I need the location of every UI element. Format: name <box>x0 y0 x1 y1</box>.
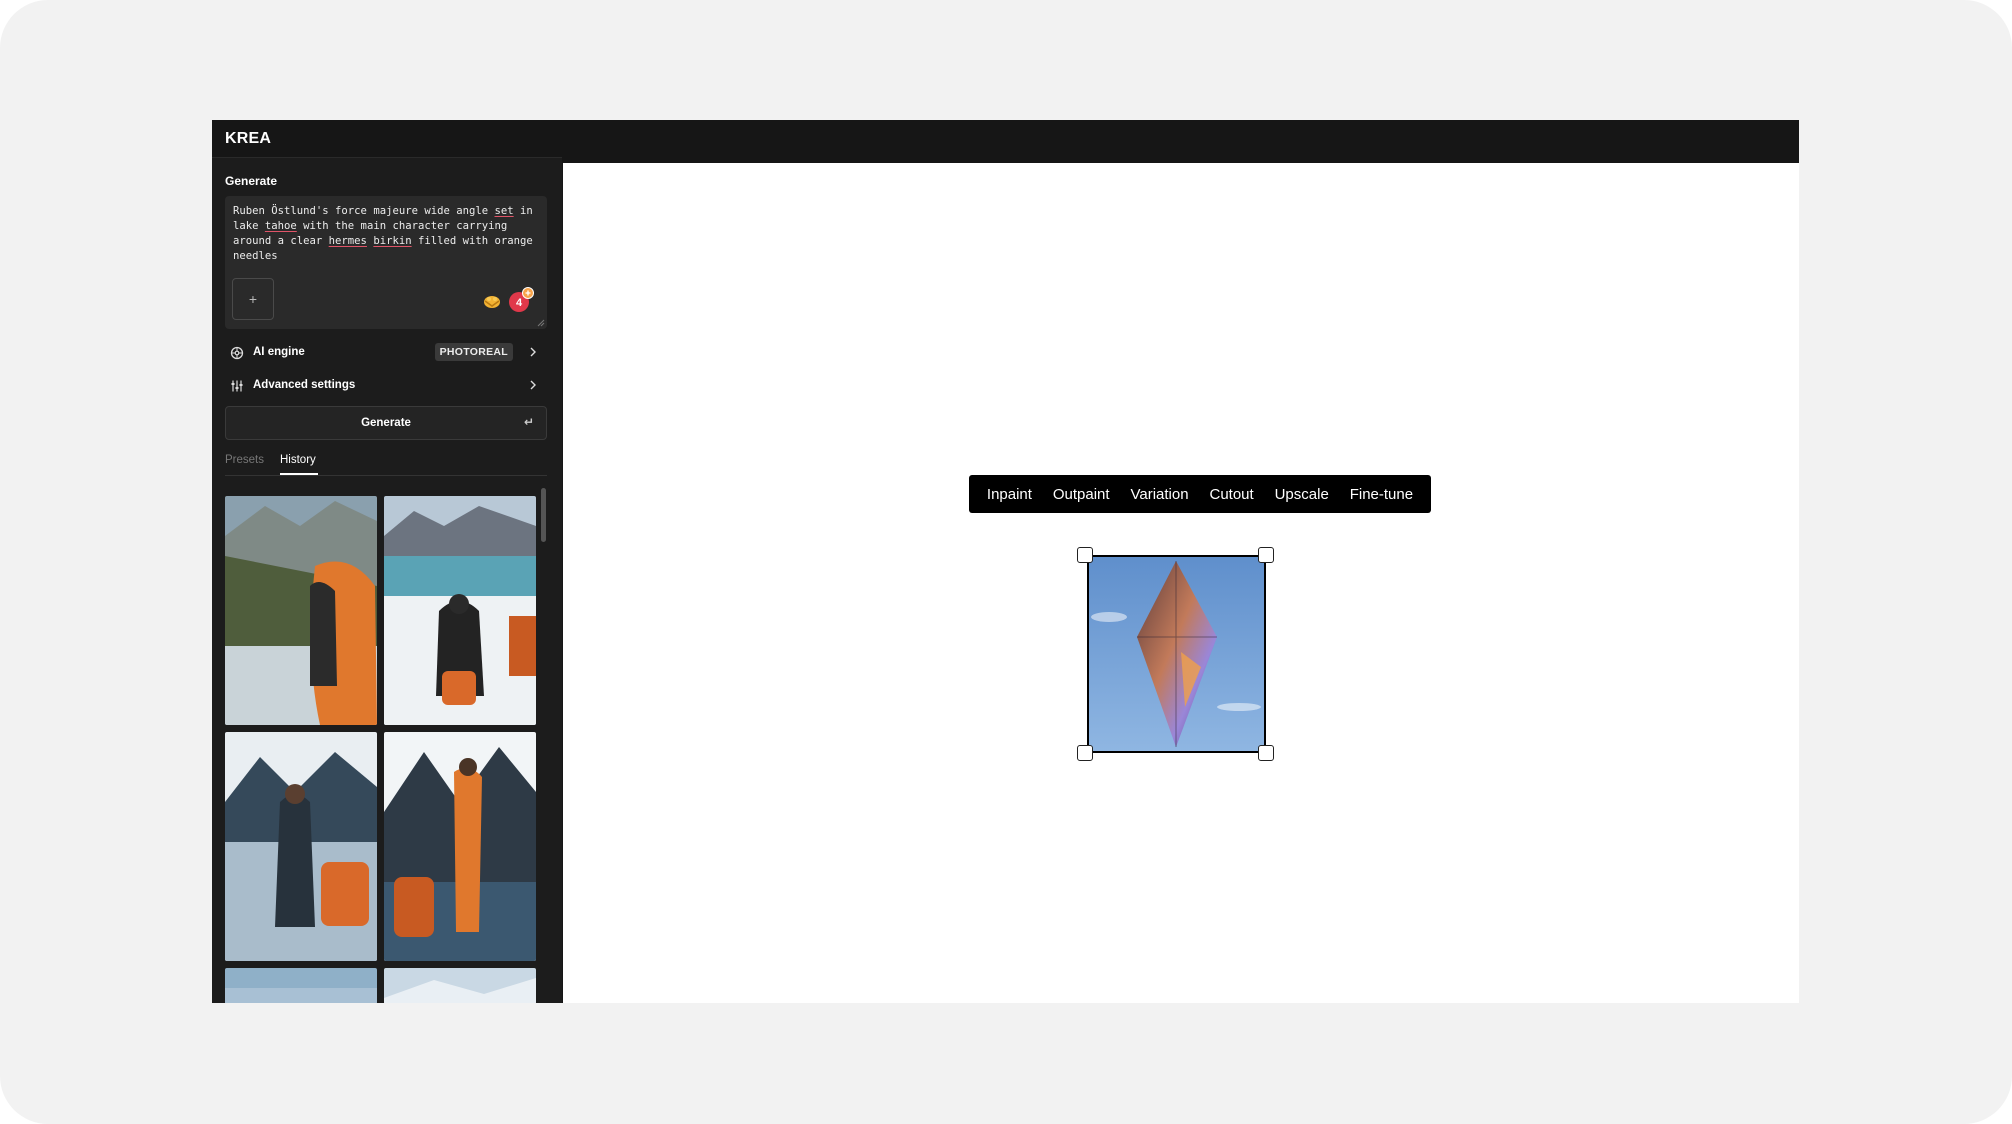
advanced-settings-row[interactable]: Advanced settings <box>225 371 547 401</box>
history-thumbnail[interactable] <box>225 968 377 1003</box>
ai-engine-row[interactable]: AI engine PHOTOREAL <box>225 338 547 368</box>
history-scrollbar[interactable] <box>541 488 546 542</box>
history-thumbnail[interactable] <box>225 732 377 961</box>
notification-badge-icon[interactable]: 4 <box>506 286 536 316</box>
prompt-text[interactable]: Ruben Östlund's force majeure wide angle… <box>233 204 543 264</box>
textarea-resize-handle[interactable] <box>537 319 545 327</box>
upscale-button[interactable]: Upscale <box>1272 486 1332 503</box>
app-window: KREA Generate Ruben Östlund's force maje… <box>212 120 1799 1003</box>
chevron-right-icon <box>530 347 536 357</box>
generate-button-label: Generate <box>361 417 411 429</box>
canvas-toolbar: Inpaint Outpaint Variation Cutout Upscal… <box>969 475 1431 513</box>
misspelled-word: tahoe <box>264 220 297 232</box>
active-tab-indicator <box>280 473 318 475</box>
tab-bar: Presets History <box>225 451 547 476</box>
generate-button[interactable]: Generate ↵ <box>225 406 547 440</box>
resize-handle-bottom-right[interactable] <box>1258 745 1274 761</box>
ai-engine-label: AI engine <box>253 346 305 358</box>
misspelled-word: hermes <box>328 235 367 247</box>
sidebar: Generate Ruben Östlund's force majeure w… <box>212 157 562 1003</box>
misspelled-word: set <box>494 205 514 217</box>
cutout-button[interactable]: Cutout <box>1206 486 1256 503</box>
variation-button[interactable]: Variation <box>1127 486 1191 503</box>
extension-emoji-icon[interactable] <box>481 290 503 312</box>
engine-icon <box>230 346 244 360</box>
fine-tune-button[interactable]: Fine-tune <box>1347 486 1416 503</box>
history-thumbnail[interactable] <box>384 968 536 1003</box>
history-thumbnail[interactable] <box>225 496 377 725</box>
outpaint-button[interactable]: Outpaint <box>1050 486 1113 503</box>
prompt-segment: Ruben Östlund's force majeure wide angle <box>233 205 495 217</box>
history-thumbnail[interactable] <box>384 732 536 961</box>
svg-text:4: 4 <box>516 297 523 309</box>
add-image-button[interactable]: + <box>232 278 274 320</box>
resize-handle-top-right[interactable] <box>1258 547 1274 563</box>
inpaint-button[interactable]: Inpaint <box>984 486 1035 503</box>
chevron-right-icon <box>530 380 536 390</box>
screen-frame: KREA Generate Ruben Östlund's force maje… <box>0 0 2012 1124</box>
engine-badge: PHOTOREAL <box>434 343 513 361</box>
misspelled-word: birkin <box>373 235 412 247</box>
prompt-textarea[interactable]: Ruben Östlund's force majeure wide angle… <box>225 196 547 329</box>
enter-key-icon: ↵ <box>523 415 534 429</box>
crystal-image <box>1089 557 1264 751</box>
tab-presets[interactable]: Presets <box>225 454 264 466</box>
sliders-icon <box>231 380 243 392</box>
generate-section-title: Generate <box>225 174 278 188</box>
resize-handle-top-left[interactable] <box>1077 547 1093 563</box>
selected-canvas-image[interactable] <box>1087 555 1266 753</box>
app-logo: KREA <box>225 130 272 147</box>
advanced-settings-label: Advanced settings <box>253 379 356 391</box>
resize-handle-bottom-left[interactable] <box>1077 745 1093 761</box>
tab-history[interactable]: History <box>280 454 316 466</box>
history-thumbnail[interactable] <box>384 496 536 725</box>
